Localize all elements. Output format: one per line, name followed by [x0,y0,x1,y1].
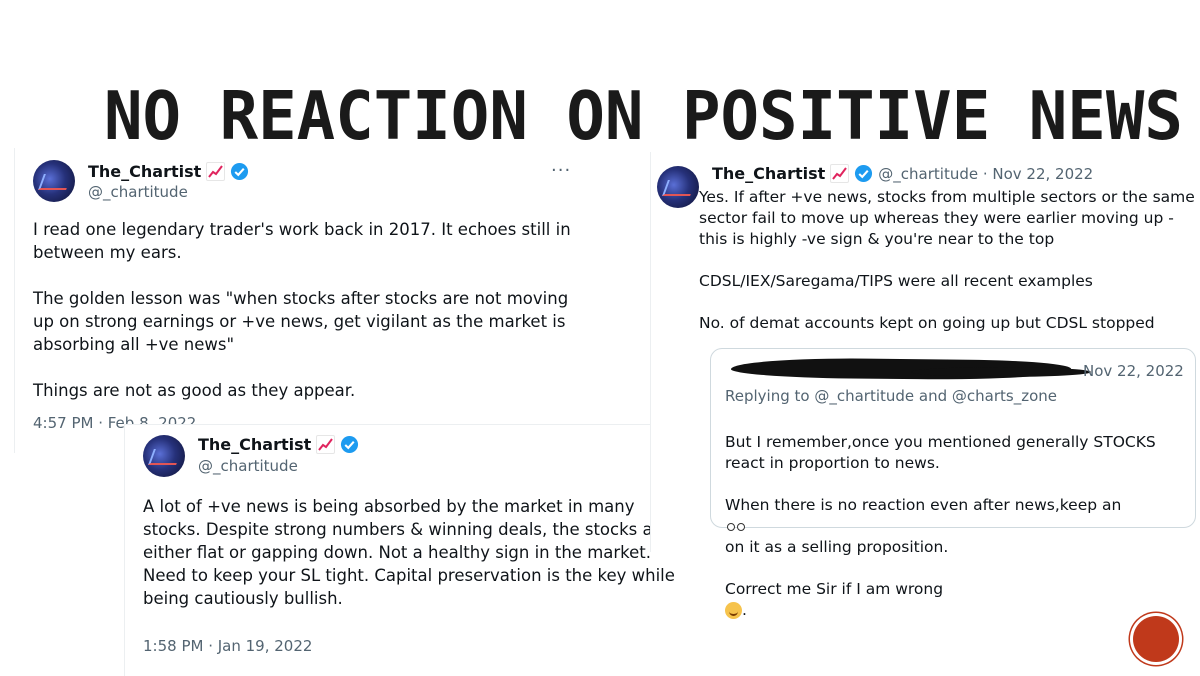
author-handle[interactable]: @_chartitude [88,183,188,201]
avatar[interactable] [657,166,699,208]
avatar[interactable] [33,160,75,202]
redacted-author-tail [911,367,1091,377]
chart-increasing-icon [830,164,850,183]
quote-date[interactable]: Nov 22, 2022 [1083,362,1184,380]
author-row: The_Chartist [88,162,249,181]
author-handle[interactable]: @_chartitude [198,457,298,475]
author-name[interactable]: The_Chartist [712,164,825,183]
tweet-card-feb-8[interactable]: The_Chartist @_chartitude ··· I read one… [14,148,604,453]
verified-badge-icon [230,162,249,181]
tweet-text: Yes. If after +ve news, stocks from mult… [699,188,1195,332]
tweet-text: A lot of +ve news is being absorbed by t… [143,497,675,608]
quote-text: But I remember,once you mentioned genera… [725,411,1187,621]
eyes-icon [725,516,747,537]
slide-title: NO REACTION ON POSITIVE NEWS [104,78,1183,156]
verified-badge-icon [854,164,873,183]
quote-line-1: But I remember,once you mentioned genera… [725,433,1156,472]
quote-line-2b: on it as a selling proposition. [725,538,949,556]
author-row: The_Chartist @_chartitude · Nov 22, 2022 [712,164,1093,183]
verified-badge-icon [340,435,359,454]
replying-to[interactable]: Replying to @_chartitude and @charts_zon… [725,387,1057,405]
tweet-text: I read one legendary trader's work back … [33,220,571,400]
chart-increasing-icon [316,435,336,454]
quote-line-2a: When there is no reaction even after new… [725,496,1122,514]
author-name[interactable]: The_Chartist [198,435,311,454]
quoted-tweet[interactable]: Nov 22, 2022 Replying to @_chartitude an… [710,348,1196,619]
chart-increasing-icon [206,162,226,181]
quote-line-3: Correct me Sir if I am wrong [725,580,944,598]
smiling-face-icon [725,602,742,619]
author-name[interactable]: The_Chartist [88,162,201,181]
next-slide-button[interactable] [1133,616,1179,662]
tweet-card-jan-19[interactable]: The_Chartist @_chartitude A lot of +ve n… [124,424,680,676]
author-row: The_Chartist [198,435,359,454]
tweet-timestamp[interactable]: 1:58 PM · Jan 19, 2022 [143,637,312,655]
author-handle-date[interactable]: @_chartitude · Nov 22, 2022 [878,165,1093,183]
more-options-icon[interactable]: ··· [551,160,571,181]
avatar[interactable] [143,435,185,477]
quote-line-3-end: . [742,601,747,619]
